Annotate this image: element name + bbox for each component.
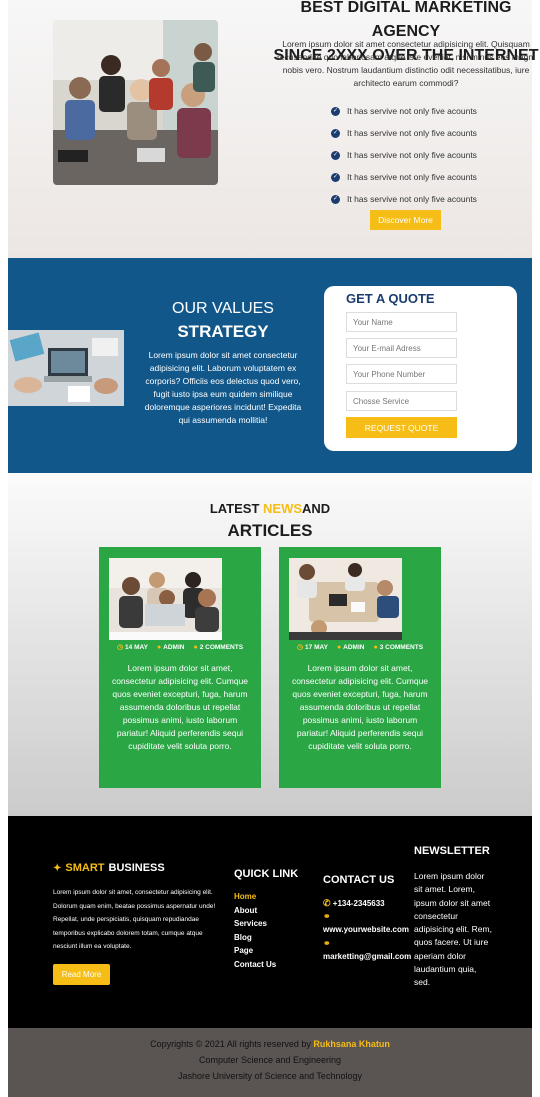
user-icon: ●	[373, 643, 378, 651]
values-title: OUR VALUES	[172, 300, 274, 317]
news-heading-prefix: LATEST	[209, 501, 264, 516]
post-author-text: ADMIN	[163, 643, 185, 651]
quick-link-title: QUICK LINK	[234, 868, 299, 880]
footer-link-about[interactable]: About	[234, 904, 276, 918]
discover-more-button[interactable]: Discover More	[370, 210, 441, 230]
post-comments[interactable]: ● 2 COMMENTS	[193, 643, 243, 651]
news-card-meta: ◷ 14 MAY ● ADMIN ● 2 COMMENTS	[99, 643, 261, 652]
feature-text: It has servive not only five acounts	[347, 106, 477, 116]
footer-link-services[interactable]: Services	[234, 917, 276, 931]
brand-name-accent: SMART	[65, 862, 105, 874]
post-author: ● ADMIN	[337, 643, 365, 651]
feature-item: ✓ It has servive not only five acounts	[331, 100, 477, 122]
user-icon: ●	[336, 643, 342, 651]
feature-item: ✓ It has servive not only five acounts	[331, 188, 477, 210]
feature-list: ✓ It has servive not only five acounts ✓ I…	[331, 100, 477, 210]
footer-link-contact[interactable]: Contact Us	[234, 958, 276, 972]
post-comments-text: 2 COMMENTS	[199, 643, 244, 651]
news-heading-suffix: AND	[302, 501, 331, 516]
values-description: Lorem ipsum dolor sit amet consectetur a…	[144, 350, 302, 425]
clock-icon: ◷	[296, 644, 304, 651]
news-heading-accent: NEWS	[263, 501, 303, 516]
newsletter-text: Lorem ipsum dolor sit amet. Lorem, ipsum…	[414, 871, 492, 988]
quote-form: GET A QUOTE REQUEST QUOTE	[324, 286, 517, 451]
check-circle-icon: ✓	[331, 194, 340, 204]
phone-icon: ✆	[323, 898, 331, 908]
brand-name: BUSINESS	[108, 862, 165, 874]
post-date: ◷ 14 MAY	[116, 643, 148, 652]
news-card-meta: ◷ 17 MAY ● ADMIN ● 3 COMMENTS	[279, 643, 441, 652]
news-heading: LATEST NEWSAND	[8, 501, 532, 516]
copyright-department: Computer Science and Engineering	[198, 1055, 342, 1065]
values-section: OUR VALUES STRATEGY Lorem ipsum dolor si…	[8, 258, 532, 473]
footer-link-home[interactable]: Home	[234, 890, 276, 904]
handshake-icon: ✦	[53, 862, 62, 874]
team-meeting-photo	[53, 20, 218, 185]
link-icon-1: ⚭	[323, 911, 331, 922]
feature-text: It has servive not only five acounts	[347, 194, 477, 204]
read-more-button[interactable]: Read More	[53, 964, 110, 985]
footer-link-page[interactable]: Page	[234, 944, 276, 958]
link-icon-2: ⚭	[323, 938, 331, 949]
feature-text: It has servive not only five acounts	[347, 150, 477, 160]
name-field[interactable]	[346, 312, 457, 332]
post-author: ● ADMIN	[157, 643, 185, 651]
contact-phone[interactable]: ✆ +134-2345633	[323, 898, 385, 909]
news-card-text: Lorem ipsum dolor sit amet, consectetur …	[291, 663, 429, 751]
post-date: ◷ 17 MAY	[296, 643, 328, 652]
news-card-photo	[289, 558, 402, 640]
footer-about-text: Lorem ipsum dolor sit amet, consectetur …	[53, 889, 216, 950]
values-subtitle: STRATEGY	[177, 322, 269, 341]
service-field[interactable]	[346, 391, 457, 411]
contact-title: CONTACT US	[323, 874, 395, 886]
link-icon: ⚭	[323, 938, 331, 948]
phone-field[interactable]	[346, 364, 457, 384]
news-card-photo	[109, 558, 222, 640]
check-circle-icon: ✓	[331, 128, 340, 138]
feature-item: ✓ It has servive not only five acounts	[331, 144, 477, 166]
post-comments[interactable]: ● 3 COMMENTS	[373, 643, 423, 651]
feature-text: It has servive not only five acounts	[347, 172, 477, 182]
workspace-photo	[8, 330, 124, 406]
hero-description: Lorem ipsum dolor sit amet consectetur a…	[277, 39, 535, 88]
user-icon: ●	[156, 643, 162, 651]
quick-links: Home About Services Blog Page Contact Us	[234, 890, 276, 971]
footer-link-blog[interactable]: Blog	[234, 931, 276, 945]
post-date-text: 14 MAY	[125, 643, 148, 651]
feature-item: ✓ It has servive not only five acounts	[331, 122, 477, 144]
contact-website[interactable]: www.yourwebsite.com	[323, 925, 409, 934]
clock-icon: ◷	[116, 644, 124, 651]
contact-email[interactable]: marketting@gmail.com	[323, 952, 411, 961]
hero-title-line1: BEST DIGITAL MARKETING AGENCY	[300, 0, 512, 40]
copyright-bar: Copyrights © 2021 All rights reserved by…	[8, 1028, 532, 1097]
hero-section: BEST DIGITAL MARKETING AGENCY SINCE 2XXX…	[8, 0, 538, 258]
brand-logo[interactable]: ✦ SMART BUSINESS	[53, 862, 165, 874]
feature-item: ✓ It has servive not only five acounts	[331, 166, 477, 188]
copyright-text: Copyrights © 2021 All rights reserved by	[150, 1039, 311, 1049]
news-subheading: ARTICLES	[227, 521, 313, 540]
copyright-line: Copyrights © 2021 All rights reserved by…	[8, 1039, 532, 1049]
site-footer: ✦ SMART BUSINESS Lorem ipsum dolor sit am…	[8, 816, 532, 1028]
news-card[interactable]: ◷ 14 MAY ● ADMIN ● 2 COMMENTS Lorem ipsum d…	[99, 547, 261, 788]
check-circle-icon: ✓	[331, 172, 340, 182]
request-quote-button[interactable]: REQUEST QUOTE	[346, 417, 457, 438]
check-circle-icon: ✓	[331, 150, 340, 160]
post-comments-text: 3 COMMENTS	[379, 643, 424, 651]
news-section: LATEST NEWSAND ARTICLES ◷ 14 MAY ● ADMIN ●…	[8, 473, 532, 816]
news-card[interactable]: ◷ 17 MAY ● ADMIN ● 3 COMMENTS Lorem ipsum d…	[279, 547, 441, 788]
feature-text: It has servive not only five acounts	[347, 128, 477, 138]
link-icon: ⚭	[323, 911, 331, 921]
post-author-text: ADMIN	[343, 643, 365, 651]
check-circle-icon: ✓	[331, 106, 340, 116]
post-date-text: 17 MAY	[305, 643, 328, 651]
email-field[interactable]	[346, 338, 457, 358]
copyright-university: Jashore University of Science and Techno…	[178, 1071, 362, 1081]
quote-title: GET A QUOTE	[346, 291, 435, 306]
user-icon: ●	[193, 643, 198, 651]
newsletter-title: NEWSLETTER	[414, 845, 490, 857]
news-card-text: Lorem ipsum dolor sit amet, consectetur …	[111, 663, 249, 751]
contact-phone-text: +134-2345633	[332, 899, 385, 908]
copyright-author[interactable]: Rukhsana Khatun	[313, 1039, 390, 1049]
